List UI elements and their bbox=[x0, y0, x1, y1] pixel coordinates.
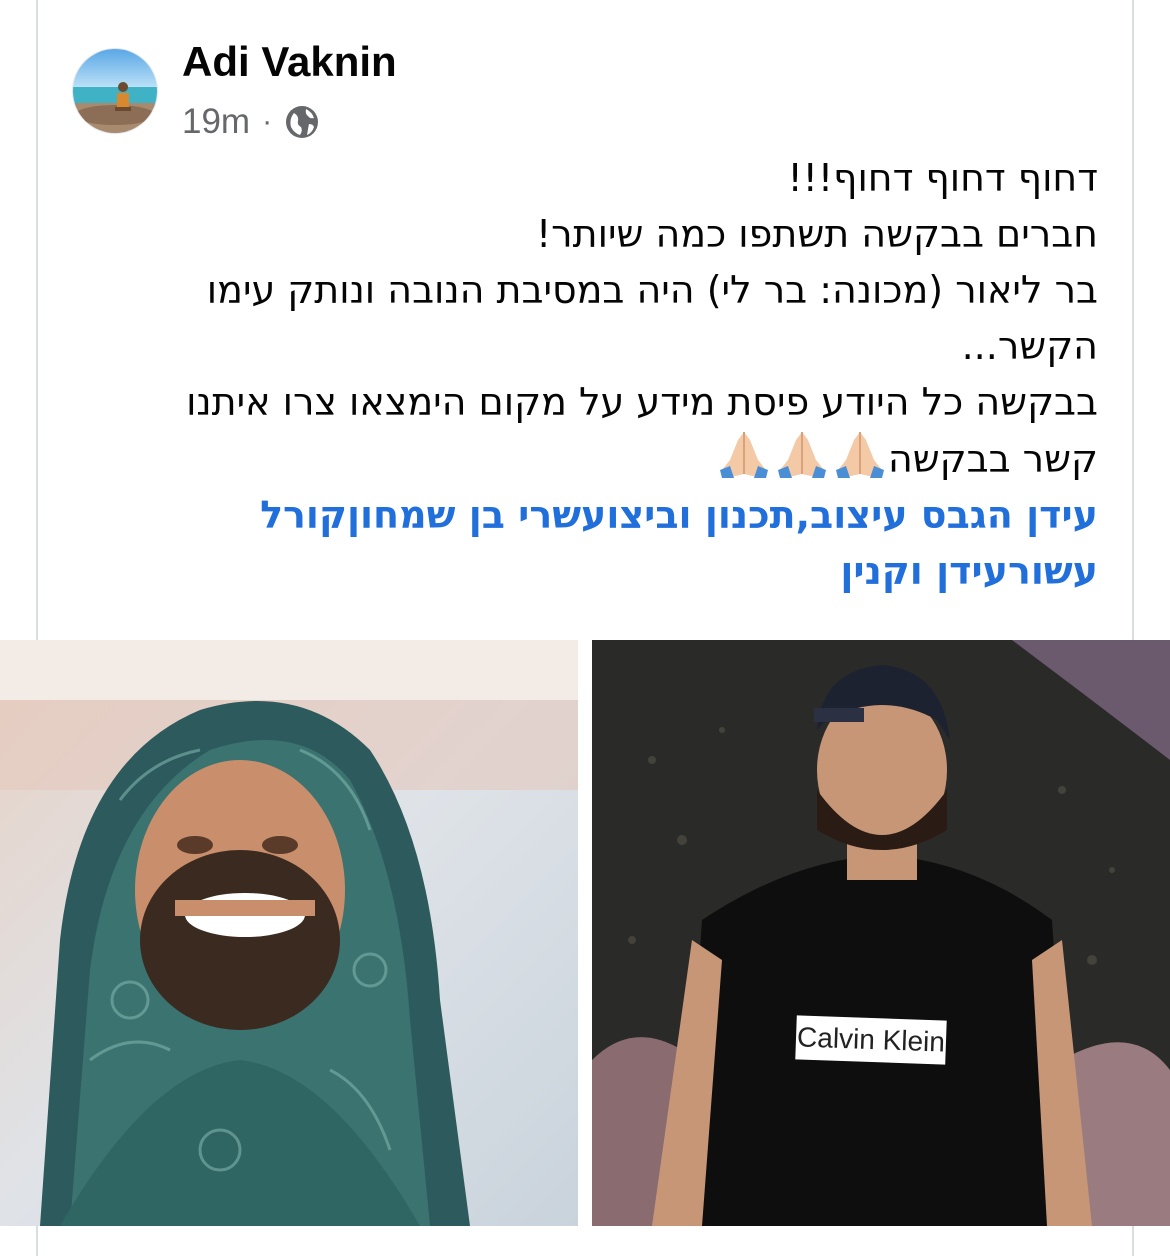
photo-right[interactable]: Calvin Klein bbox=[592, 640, 1170, 1226]
shirt-logo-text: Calvin Klein bbox=[795, 1015, 947, 1065]
author-name[interactable]: Adi Vaknin bbox=[182, 38, 397, 86]
post-card-border-left-lower bbox=[36, 1226, 38, 1256]
post-time[interactable]: 19m bbox=[182, 102, 250, 142]
post-body: דחוף דחוף דחוף!!! חברים בבקשה תשתפו כמה … bbox=[110, 150, 1098, 599]
post-line-1: דחוף דחוף דחוף!!! bbox=[787, 156, 1098, 200]
post-line-5: בבקשה כל היודע פיסת מידע על מקום הימצאו … bbox=[186, 380, 1098, 424]
post-line-2: חברים בבקשה תשתפו כמה שיותר! bbox=[535, 212, 1098, 256]
photo-left[interactable] bbox=[0, 640, 578, 1226]
post-line-3: בר ליאור (מכונה: בר לי) היה במסיבת הנובה… bbox=[206, 268, 1098, 312]
tagged-people[interactable]: עידן הגבס עיצוב,תכנון וביצועשרי בן שמחון… bbox=[110, 487, 1098, 599]
folded-hands-icon bbox=[835, 432, 884, 478]
post-card-border-right bbox=[1132, 0, 1134, 640]
emoji-group bbox=[714, 432, 888, 481]
post-line-4: הקשר... bbox=[961, 324, 1098, 368]
folded-hands-icon bbox=[719, 432, 768, 478]
post-meta: 19m · bbox=[182, 100, 320, 144]
post-header: Adi Vaknin 19m · bbox=[72, 38, 772, 141]
post-line-6: קשר בבקשה bbox=[887, 437, 1098, 481]
globe-icon[interactable] bbox=[284, 104, 320, 140]
post-photos: Calvin Klein bbox=[0, 640, 1170, 1226]
meta-separator: · bbox=[262, 105, 273, 138]
post-card-border-left bbox=[36, 0, 38, 640]
post-line-6-wrap: קשר בבקשה bbox=[110, 430, 1098, 487]
post-card-border-right-lower bbox=[1132, 1226, 1134, 1256]
folded-hands-icon bbox=[777, 432, 826, 478]
author-avatar[interactable] bbox=[72, 48, 158, 134]
